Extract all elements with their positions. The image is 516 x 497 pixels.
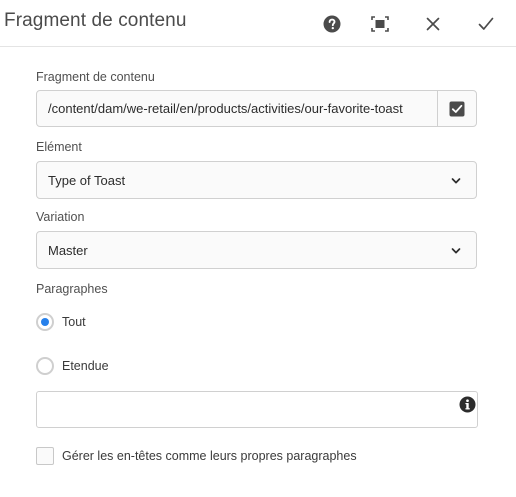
close-icon xyxy=(426,17,440,31)
paragraph-range-input[interactable] xyxy=(36,391,478,428)
done-icon xyxy=(478,17,494,30)
fragment-label: Fragment de contenu xyxy=(36,70,155,84)
element-selected-value: Type of Toast xyxy=(48,173,126,188)
picker-icon xyxy=(449,101,465,116)
chevron-down-icon xyxy=(451,178,461,184)
paragraphs-label: Paragraphes xyxy=(36,282,108,296)
variation-label: Variation xyxy=(36,210,85,224)
fullscreen-button[interactable] xyxy=(368,12,392,36)
variation-select[interactable]: Master xyxy=(36,231,477,269)
dialog-header: Fragment de contenu xyxy=(0,0,516,47)
radio-button-etendue[interactable] xyxy=(36,357,54,375)
help-button[interactable] xyxy=(320,12,344,36)
done-button[interactable] xyxy=(474,12,498,36)
help-icon xyxy=(323,15,341,33)
radio-label-tout: Tout xyxy=(62,315,86,329)
fullscreen-icon xyxy=(371,16,389,32)
chevron-down-icon xyxy=(451,248,461,254)
element-select[interactable]: Type of Toast xyxy=(36,161,477,199)
headings-option[interactable]: Gérer les en-têtes comme leurs propres p… xyxy=(36,446,357,466)
close-button[interactable] xyxy=(421,12,445,36)
radio-button-tout[interactable] xyxy=(36,313,54,331)
headings-checkbox[interactable] xyxy=(36,447,54,465)
element-label: Elément xyxy=(36,140,82,154)
radio-option-etendue[interactable]: Etendue xyxy=(36,356,109,376)
radio-option-tout[interactable]: Tout xyxy=(36,312,86,332)
info-icon[interactable] xyxy=(459,396,476,413)
headings-checkbox-label: Gérer les en-têtes comme leurs propres p… xyxy=(62,449,357,463)
radio-label-etendue: Etendue xyxy=(62,359,109,373)
fragment-path-field[interactable]: /content/dam/we-retail/en/products/activ… xyxy=(36,90,477,127)
variation-selected-value: Master xyxy=(48,243,88,258)
fragment-picker-button[interactable] xyxy=(437,91,476,126)
fragment-path-value[interactable]: /content/dam/we-retail/en/products/activ… xyxy=(48,101,403,116)
dialog-title: Fragment de contenu xyxy=(4,10,187,31)
